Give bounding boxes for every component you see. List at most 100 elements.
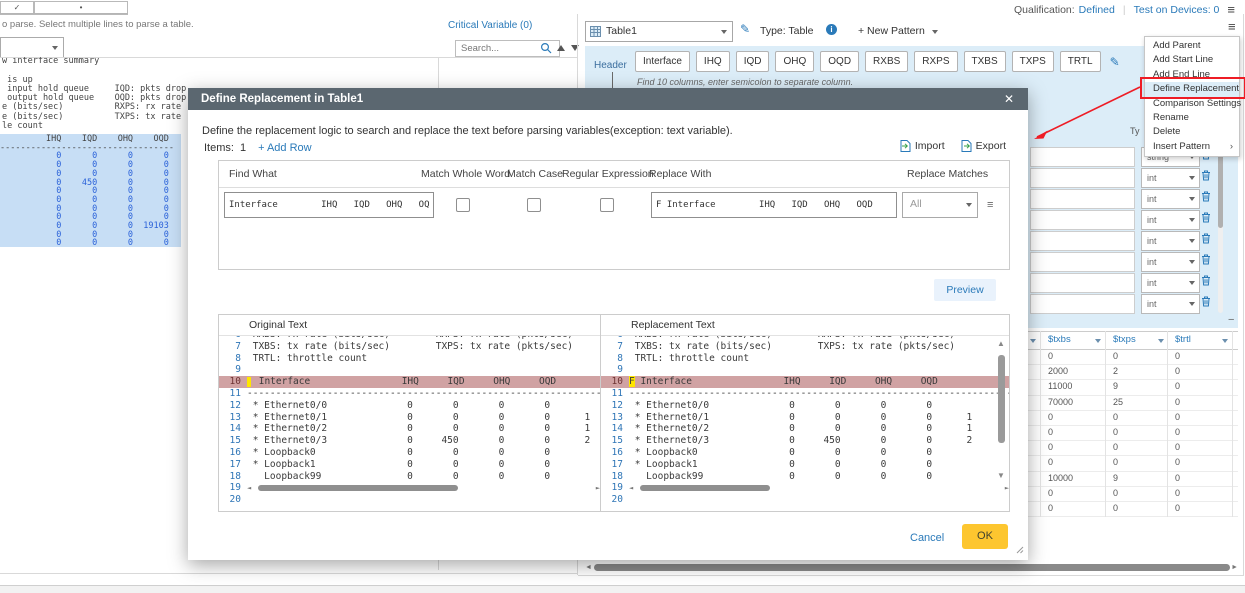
scroll-left-icon[interactable]: ◄ bbox=[585, 562, 592, 573]
ok-button[interactable]: OK bbox=[962, 524, 1008, 549]
export-button[interactable]: Export bbox=[961, 140, 1006, 152]
search-icon[interactable] bbox=[540, 42, 552, 57]
line-content: * Loopback1 0 0 0 0 bbox=[247, 459, 600, 471]
chevron-down-icon[interactable] bbox=[1222, 339, 1228, 343]
qualification-value-link[interactable]: Defined bbox=[1079, 4, 1115, 16]
variable-value-input[interactable] bbox=[1030, 294, 1135, 314]
annotation-red-box bbox=[1140, 77, 1245, 99]
replace-with-input[interactable] bbox=[651, 192, 897, 218]
trash-icon[interactable] bbox=[1201, 296, 1213, 310]
hscrollbar-track[interactable] bbox=[638, 484, 1000, 492]
match-case-checkbox[interactable] bbox=[527, 198, 541, 212]
original-text-body[interactable]: 6 RXBS: rx rate (bits/sec) RXPS: rx rate… bbox=[219, 336, 600, 510]
chevron-down-icon[interactable] bbox=[1095, 339, 1101, 343]
cancel-button[interactable]: Cancel bbox=[910, 532, 944, 544]
find-what-input[interactable] bbox=[224, 192, 434, 218]
clipped-column-chevron-icon[interactable] bbox=[1030, 339, 1036, 343]
critical-variable-link[interactable]: Critical Variable (0) bbox=[448, 20, 532, 31]
add-row-button[interactable]: + Add Row bbox=[258, 142, 312, 154]
search-prev-icon[interactable] bbox=[557, 45, 565, 51]
column-chip-rxps[interactable]: RXPS bbox=[914, 51, 957, 72]
vscrollbar-thumb[interactable] bbox=[998, 355, 1005, 443]
dialog-title-bar[interactable]: Define Replacement in Table1 ✕ bbox=[188, 88, 1028, 110]
replace-matches-value: All bbox=[910, 198, 922, 210]
trash-icon[interactable] bbox=[1201, 254, 1213, 268]
replacement-vscrollbar[interactable]: ▲ ▼ bbox=[997, 339, 1006, 485]
trash-icon[interactable] bbox=[1201, 233, 1213, 247]
column-chip-txbs[interactable]: TXBS bbox=[964, 51, 1006, 72]
trash-icon[interactable] bbox=[1201, 170, 1213, 184]
column-chip-trtl[interactable]: TRTL bbox=[1060, 51, 1101, 72]
variable-type-select[interactable]: int bbox=[1141, 168, 1200, 188]
table-select[interactable]: Table1 bbox=[585, 21, 733, 42]
column-chip-ihq[interactable]: IHQ bbox=[696, 51, 730, 72]
variable-type-select[interactable]: int bbox=[1141, 231, 1200, 251]
variable-value-input[interactable] bbox=[1030, 231, 1135, 251]
hscrollbar-thumb[interactable] bbox=[258, 485, 458, 491]
menu-item-add-parent[interactable]: Add Parent bbox=[1145, 39, 1239, 53]
line-content: TXBS: tx rate (bits/sec) TXPS: tx rate (… bbox=[247, 341, 600, 353]
variable-type-select[interactable]: int bbox=[1141, 252, 1200, 272]
right-panel-hscrollbar[interactable]: ◄ ► bbox=[585, 562, 1238, 573]
scroll-right-icon[interactable]: ► bbox=[1231, 562, 1238, 573]
variable-value-input[interactable] bbox=[1030, 252, 1135, 272]
regular-expression-checkbox[interactable] bbox=[600, 198, 614, 212]
column-chip-iqd[interactable]: IQD bbox=[736, 51, 770, 72]
selected-lines-block[interactable]: IHQ IQD OHQ OQD ------------------------… bbox=[0, 134, 181, 247]
column-header-txbs[interactable]: $txbs bbox=[1048, 334, 1071, 345]
test-on-devices-link[interactable]: Test on Devices: 0 bbox=[1134, 4, 1220, 16]
variable-value-input[interactable] bbox=[1030, 168, 1135, 188]
menu-item-add-start-line[interactable]: Add Start Line bbox=[1145, 53, 1239, 67]
column-chip-ohq[interactable]: OHQ bbox=[775, 51, 814, 72]
import-button[interactable]: Import bbox=[900, 140, 945, 152]
variable-value-input[interactable] bbox=[1030, 273, 1135, 293]
edit-table-icon[interactable]: ✎ bbox=[740, 22, 750, 36]
table-menu-icon[interactable]: ≡ bbox=[1228, 19, 1236, 34]
close-icon[interactable]: ✕ bbox=[1004, 88, 1014, 110]
variable-type-select[interactable]: int bbox=[1141, 273, 1200, 293]
hamburger-icon[interactable]: ≡ bbox=[1227, 2, 1235, 17]
column-chip-txps[interactable]: TXPS bbox=[1012, 51, 1054, 72]
scroll-down-icon[interactable]: ▼ bbox=[997, 471, 1005, 480]
replace-matches-select[interactable]: All bbox=[902, 192, 978, 218]
column-header-txps[interactable]: $txps bbox=[1113, 334, 1136, 345]
hscrollbar-track[interactable] bbox=[256, 484, 591, 492]
column-chip-rxbs[interactable]: RXBS bbox=[865, 51, 908, 72]
scroll-left-icon[interactable]: ◄ bbox=[247, 483, 251, 494]
variable-value-input[interactable] bbox=[1030, 210, 1135, 230]
trash-icon[interactable] bbox=[1201, 191, 1213, 205]
variable-value-input[interactable] bbox=[1030, 147, 1135, 167]
resize-handle-icon[interactable] bbox=[1015, 545, 1024, 557]
code-line: 19◄► bbox=[601, 482, 1009, 494]
match-whole-word-checkbox[interactable] bbox=[456, 198, 470, 212]
trash-icon[interactable] bbox=[1201, 212, 1213, 226]
hscrollbar-thumb[interactable] bbox=[640, 485, 770, 491]
hscrollbar-thumb[interactable] bbox=[594, 564, 1230, 571]
preview-button[interactable]: Preview bbox=[934, 279, 996, 301]
column-header-trtl[interactable]: $trtl bbox=[1175, 334, 1191, 345]
new-pattern-button[interactable]: + New Pattern bbox=[858, 25, 938, 37]
column-chip-interface[interactable]: Interface bbox=[635, 51, 690, 72]
scroll-up-icon[interactable]: ▲ bbox=[997, 339, 1005, 348]
replacement-text-body[interactable]: 6 RXBS: rx rate (bits/sec) RXPS: rx rate… bbox=[601, 336, 1009, 510]
left-dropdown[interactable] bbox=[0, 37, 64, 58]
chevron-down-icon[interactable] bbox=[1158, 339, 1164, 343]
line-number: 11 bbox=[219, 388, 247, 400]
variable-type-select[interactable]: int bbox=[1141, 189, 1200, 209]
edit-columns-icon[interactable]: ✎ bbox=[1110, 55, 1120, 69]
column-chip-oqd[interactable]: OQD bbox=[820, 51, 859, 72]
menu-item-label: Delete bbox=[1153, 126, 1180, 137]
variable-value-input[interactable] bbox=[1030, 189, 1135, 209]
menu-item-delete[interactable]: Delete bbox=[1145, 125, 1239, 139]
trash-icon[interactable] bbox=[1201, 275, 1213, 289]
variable-type-select[interactable]: int bbox=[1141, 210, 1200, 230]
collapse-icon[interactable]: − bbox=[1228, 314, 1234, 326]
row-drag-handle[interactable]: ≡ bbox=[987, 199, 993, 211]
info-icon[interactable]: i bbox=[826, 24, 837, 35]
variable-type-select[interactable]: int bbox=[1141, 294, 1200, 314]
scroll-left-icon[interactable]: ◄ bbox=[629, 483, 633, 494]
scroll-right-icon[interactable]: ► bbox=[596, 483, 600, 494]
menu-item-insert-pattern[interactable]: Insert Pattern› bbox=[1145, 140, 1239, 154]
code-line: 19◄► bbox=[219, 482, 600, 494]
menu-item-rename[interactable]: Rename bbox=[1145, 111, 1239, 125]
